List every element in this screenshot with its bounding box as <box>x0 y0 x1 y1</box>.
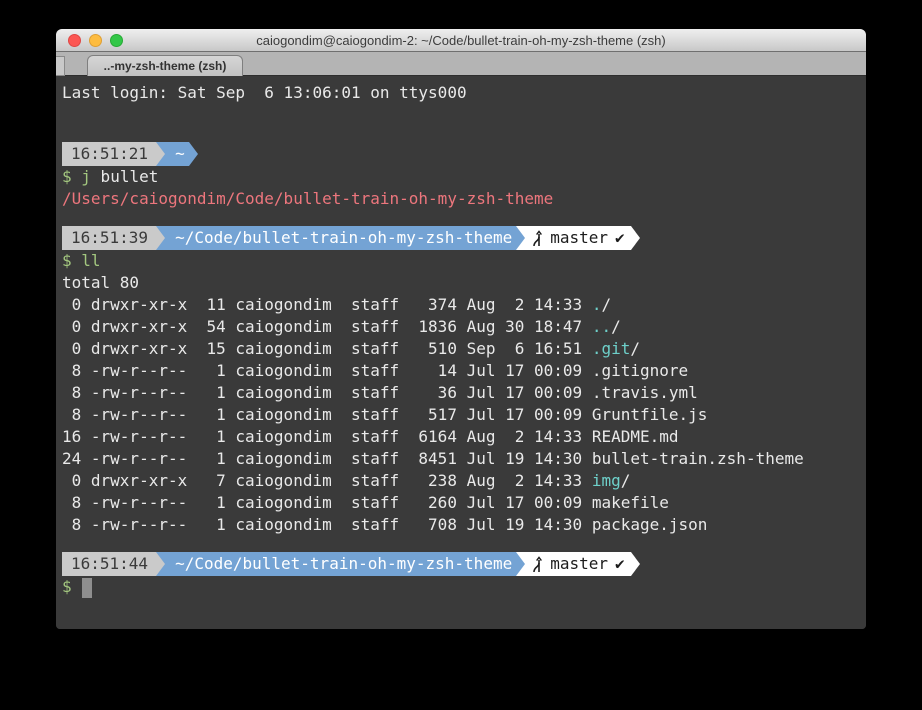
file-meta: 8 -rw-r--r-- 1 caiogondim staff 517 Jul … <box>62 405 592 424</box>
last-login-line: Last login: Sat Sep 6 13:06:01 on ttys00… <box>62 82 866 104</box>
powerline-arrow-icon <box>156 552 165 576</box>
command-line: $ j bullet <box>62 166 866 188</box>
partial-tab-edge <box>56 56 65 76</box>
dir-slash: / <box>601 295 611 314</box>
powerline-arrow-icon <box>189 142 198 166</box>
listing-row: 0 drwxr-xr-x 54 caiogondim staff 1836 Au… <box>62 316 866 338</box>
tab-zsh[interactable]: ..-my-zsh-theme (zsh) <box>87 55 243 76</box>
powerline-arrow-icon <box>516 552 525 576</box>
file-meta: 0 drwxr-xr-x 7 caiogondim staff 238 Aug … <box>62 471 592 490</box>
file-name: README.md <box>592 427 679 446</box>
file-meta: 24 -rw-r--r-- 1 caiogondim staff 8451 Ju… <box>62 449 592 468</box>
prompt-git-segment: master ✔ <box>525 552 630 576</box>
listing-row: 8 -rw-r--r-- 1 caiogondim staff 708 Jul … <box>62 514 866 536</box>
prompt-symbol: $ <box>62 577 72 596</box>
listing-row: 0 drwxr-xr-x 11 caiogondim staff 374 Aug… <box>62 294 866 316</box>
command-name: j <box>81 167 91 186</box>
listing-row: 0 drwxr-xr-x 15 caiogondim staff 510 Sep… <box>62 338 866 360</box>
prompt-git-segment: master ✔ <box>525 226 630 250</box>
prompt-dir-segment: ~/Code/bullet-train-oh-my-zsh-theme <box>165 226 516 250</box>
dir-name: img <box>592 471 621 490</box>
powerline-arrow-icon <box>516 226 525 250</box>
prompt-line: 16:51:39 ~/Code/bullet-train-oh-my-zsh-t… <box>62 226 866 250</box>
file-name: makefile <box>592 493 669 512</box>
dir-slash: / <box>611 317 621 336</box>
traffic-lights <box>68 34 123 47</box>
file-meta: 0 drwxr-xr-x 15 caiogondim staff 510 Sep… <box>62 339 592 358</box>
git-branch-icon <box>530 556 543 573</box>
file-meta: 8 -rw-r--r-- 1 caiogondim staff 260 Jul … <box>62 493 592 512</box>
file-name: .gitignore <box>592 361 688 380</box>
tab-label: ..-my-zsh-theme (zsh) <box>104 59 227 73</box>
prompt-time-segment: 16:51:39 <box>62 226 156 250</box>
title-bar[interactable]: caiogondim@caiogondim-2: ~/Code/bullet-t… <box>56 29 866 52</box>
file-name: package.json <box>592 515 708 534</box>
input-line[interactable]: $ <box>62 576 866 598</box>
spacing <box>72 251 82 270</box>
close-button[interactable] <box>68 34 81 47</box>
prompt-dir-segment: ~/Code/bullet-train-oh-my-zsh-theme <box>165 552 516 576</box>
dir-name: . <box>592 295 602 314</box>
dir-slash: / <box>630 339 640 358</box>
command-line: $ ll <box>62 250 866 272</box>
prompt-time-segment: 16:51:21 <box>62 142 156 166</box>
git-branch-name: master <box>550 552 608 576</box>
file-meta: 8 -rw-r--r-- 1 caiogondim staff 708 Jul … <box>62 515 592 534</box>
file-name: .travis.yml <box>592 383 698 402</box>
powerline-arrow-icon <box>156 142 165 166</box>
listing-row: 8 -rw-r--r-- 1 caiogondim staff 36 Jul 1… <box>62 382 866 404</box>
git-branch-name: master <box>550 226 608 250</box>
jump-output-path: /Users/caiogondim/Code/bullet-train-oh-m… <box>62 188 866 210</box>
text-cursor <box>82 578 92 598</box>
spacing <box>72 167 82 186</box>
listing-total: total 80 <box>62 272 866 294</box>
powerline-arrow-icon <box>156 226 165 250</box>
prompt-symbol: $ <box>62 251 72 270</box>
powerline-arrow-icon <box>631 226 640 250</box>
dir-name: .git <box>592 339 631 358</box>
git-clean-check-icon: ✔ <box>615 552 625 576</box>
listing-row: 8 -rw-r--r-- 1 caiogondim staff 14 Jul 1… <box>62 360 866 382</box>
command-name: ll <box>81 251 100 270</box>
listing-row: 8 -rw-r--r-- 1 caiogondim staff 517 Jul … <box>62 404 866 426</box>
terminal-screen[interactable]: Last login: Sat Sep 6 13:06:01 on ttys00… <box>56 77 866 629</box>
file-meta: 0 drwxr-xr-x 11 caiogondim staff 374 Aug… <box>62 295 592 314</box>
listing-row: 0 drwxr-xr-x 7 caiogondim staff 238 Aug … <box>62 470 866 492</box>
dir-slash: / <box>621 471 631 490</box>
listing-row: 16 -rw-r--r-- 1 caiogondim staff 6164 Au… <box>62 426 866 448</box>
prompt-line: 16:51:44 ~/Code/bullet-train-oh-my-zsh-t… <box>62 552 866 576</box>
spacing <box>72 577 82 596</box>
prompt-symbol: $ <box>62 167 72 186</box>
listing-row: 8 -rw-r--r-- 1 caiogondim staff 260 Jul … <box>62 492 866 514</box>
prompt-dir-segment: ~ <box>165 142 189 166</box>
zoom-button[interactable] <box>110 34 123 47</box>
listing-row: 24 -rw-r--r-- 1 caiogondim staff 8451 Ju… <box>62 448 866 470</box>
command-args: bullet <box>91 167 158 186</box>
terminal-window: caiogondim@caiogondim-2: ~/Code/bullet-t… <box>56 29 866 629</box>
file-name: bullet-train.zsh-theme <box>592 449 804 468</box>
tab-bar: ..-my-zsh-theme (zsh) <box>56 52 866 76</box>
file-meta: 0 drwxr-xr-x 54 caiogondim staff 1836 Au… <box>62 317 592 336</box>
minimize-button[interactable] <box>89 34 102 47</box>
git-clean-check-icon: ✔ <box>615 226 625 250</box>
powerline-arrow-icon <box>631 552 640 576</box>
file-meta: 8 -rw-r--r-- 1 caiogondim staff 36 Jul 1… <box>62 383 592 402</box>
file-meta: 16 -rw-r--r-- 1 caiogondim staff 6164 Au… <box>62 427 592 446</box>
window-title: caiogondim@caiogondim-2: ~/Code/bullet-t… <box>256 33 666 48</box>
blank-line <box>62 104 866 126</box>
prompt-time-segment: 16:51:44 <box>62 552 156 576</box>
prompt-line: 16:51:21 ~ <box>62 142 866 166</box>
dir-name: .. <box>592 317 611 336</box>
file-meta: 8 -rw-r--r-- 1 caiogondim staff 14 Jul 1… <box>62 361 592 380</box>
file-name: Gruntfile.js <box>592 405 708 424</box>
git-branch-icon <box>530 230 543 247</box>
